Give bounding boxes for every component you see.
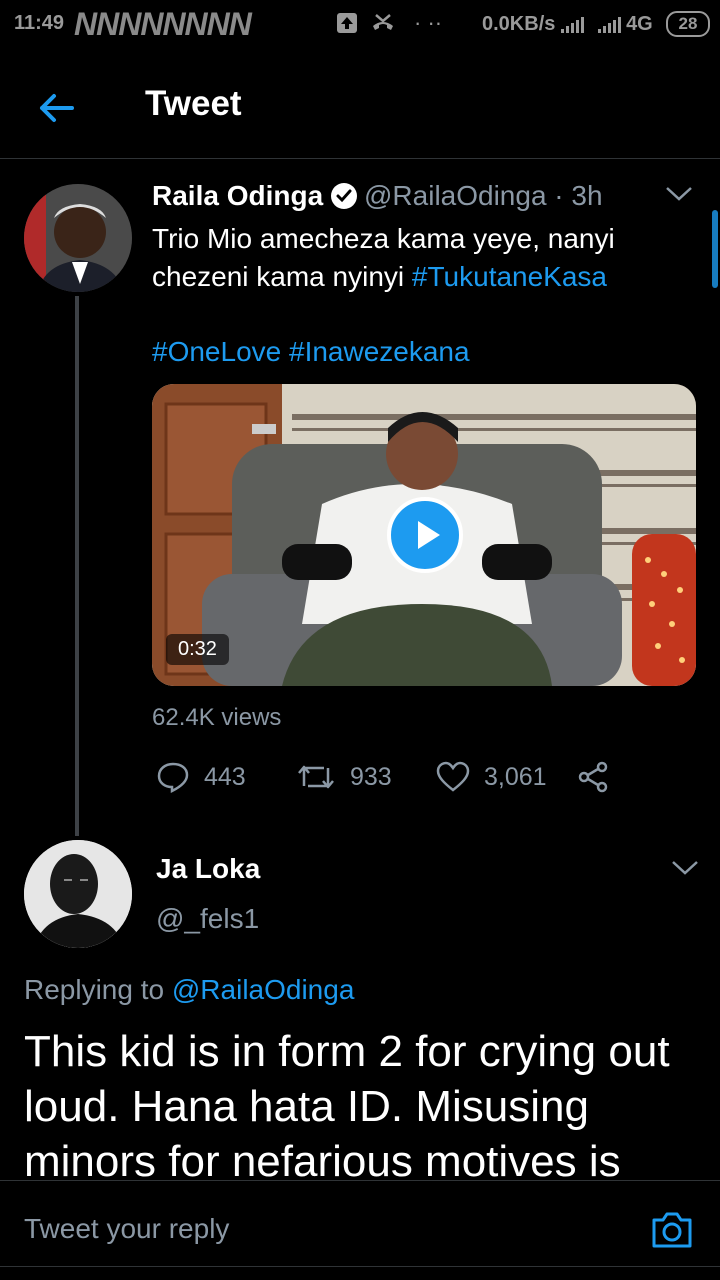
reply-text: This kid is in form 2 for crying out lou… [24,1027,670,1182]
reply-button[interactable]: 443 [156,760,246,794]
network-type: 4G [626,13,653,35]
reply-icon [157,762,189,794]
tweet-menu-button[interactable] [664,184,694,209]
signal-icon [560,16,584,33]
replying-mention-link[interactable]: @RailaOdinga [172,974,355,1005]
divider [0,1266,720,1267]
reply-author-handle[interactable]: @_fels1 [156,903,259,935]
video-duration: 0:32 [166,634,229,665]
back-button[interactable] [30,82,82,134]
chevron-down-icon [666,187,692,201]
page-title: Tweet [145,84,242,123]
hashtag-line[interactable]: #OneLove #Inawezekana [152,336,470,368]
like-button[interactable]: 3,061 [436,760,547,794]
network-speed: 0.0KB/s 4G [482,13,653,35]
verified-badge-icon [330,182,358,210]
view-count: 62.4K views [152,704,282,731]
upload-icon [336,12,358,40]
author-handle-time[interactable]: @RailaOdinga · 3h [364,180,603,212]
scrollbar[interactable] [712,210,718,288]
camera-icon [652,1212,692,1248]
more-dots-icon: · ·· [414,10,443,35]
retweet-button[interactable]: 933 [296,760,392,794]
status-bar: 11:49 NNNNNNNN · ·· 0.0KB/s 4G 28 [0,0,720,50]
share-button[interactable] [576,760,610,794]
reply-menu-button[interactable] [670,858,700,883]
reply-author-name[interactable]: Ja Loka [156,853,260,885]
replying-to-label: Replying to @RailaOdinga [24,974,354,1006]
reply-count: 443 [204,762,246,791]
camera-button[interactable] [650,1208,694,1252]
signal-icon-2 [597,16,621,33]
hashtag-link[interactable]: #TukutaneKasa [412,261,607,292]
author-name[interactable]: Raila Odinga [152,180,323,212]
reply-input[interactable]: Tweet your reply [24,1213,229,1245]
retweet-icon [298,765,334,789]
author-avatar[interactable] [24,184,132,292]
divider [0,1180,720,1181]
tweet-text: Trio Mio amecheza kama yeye, nanyi cheze… [152,220,692,296]
reply-author-avatar[interactable] [24,840,132,948]
like-count: 3,061 [484,762,547,791]
replying-prefix: Replying to [24,974,172,1005]
missed-call-icon [370,12,396,40]
heart-icon [436,761,470,792]
thread-line [75,296,79,836]
retweet-count: 933 [350,762,392,791]
divider [0,158,720,159]
notification-icons: NNNNNNNN [74,6,252,42]
battery-indicator: 28 [666,11,710,37]
play-button[interactable] [387,497,463,573]
play-icon [418,521,440,549]
chevron-down-icon [672,861,698,875]
arrow-left-icon [40,94,74,122]
share-icon [578,761,608,793]
status-time: 11:49 [14,12,65,34]
